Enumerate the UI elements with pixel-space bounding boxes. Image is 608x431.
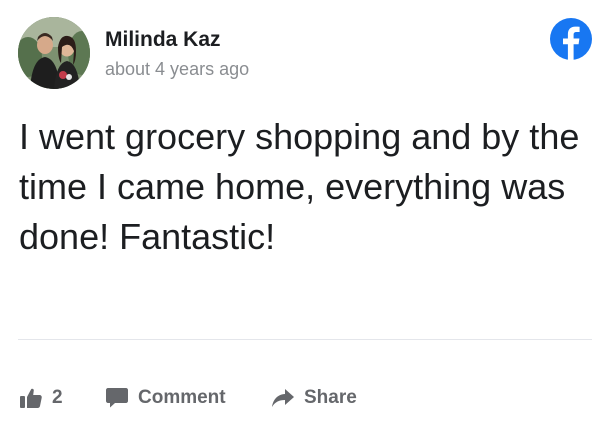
author-avatar[interactable] [18,17,90,89]
share-button[interactable]: Share [272,378,357,418]
post-actions: 2 Comment Share [0,378,608,418]
speech-bubble-icon [106,388,128,408]
comment-label: Comment [138,387,226,408]
divider [18,339,592,340]
share-label: Share [304,387,357,408]
facebook-logo-icon[interactable] [550,18,592,60]
avatar-photo [18,17,90,89]
thumbs-up-icon [20,388,42,408]
comment-button[interactable]: Comment [106,378,226,418]
like-button[interactable]: 2 [20,378,63,418]
post-timestamp[interactable]: about 4 years ago [105,58,249,80]
share-arrow-icon [272,389,294,407]
post-text: I went grocery shopping and by the time … [19,116,580,257]
review-card: Milinda Kaz about 4 years ago I went gro… [0,0,608,431]
like-count: 2 [52,387,63,408]
author-name[interactable]: Milinda Kaz [105,28,221,52]
